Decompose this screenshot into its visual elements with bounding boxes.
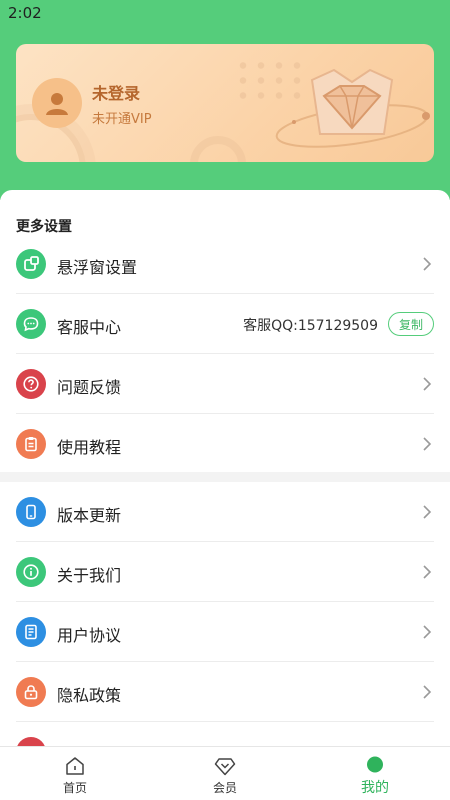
menu-item-label: 使用教程 [57,438,122,457]
diamond-crown-icon [275,68,430,148]
ring-decoration-small [190,136,246,162]
chevron-right-icon [423,377,432,391]
clipboard-icon [16,429,46,459]
profile-icon [367,756,383,773]
status-bar-time: 2:02 [8,4,42,22]
bottom-tab-bar: 首页 会员 我的 [0,746,450,800]
tab-label: 首页 [62,781,87,795]
section-title: 更多设置 [16,219,72,235]
vip-card[interactable]: 未登录 未开通VIP [16,44,434,162]
copy-button[interactable]: 复制 [388,312,434,336]
document-icon [16,617,46,647]
menu-item-label: 隐私政策 [57,686,122,705]
user-icon [46,93,68,115]
info-icon [16,557,46,587]
chat-icon [16,309,46,339]
question-icon [16,369,46,399]
menu-item-customer-service[interactable]: 客服中心 客服QQ:157129509 复制 [0,294,450,354]
menu-item-label: 客服中心 [57,318,122,337]
menu-item-partial[interactable] [0,722,450,746]
menu-item-about-us[interactable]: 关于我们 [0,542,450,602]
menu-item-label: 问题反馈 [57,378,122,397]
chevron-right-icon [423,565,432,579]
header-background: 2:02 未登录 未开通VIP [0,0,450,200]
tab-vip[interactable]: 会员 [150,747,300,800]
floating-window-icon [16,249,46,279]
tab-home[interactable]: 首页 [0,747,150,800]
menu-item-label: 版本更新 [57,506,122,525]
chevron-right-icon [423,505,432,519]
settings-panel: 更多设置 悬浮窗设置 客服中心 客服QQ:157129509 复制 问题反馈 使… [0,190,450,746]
chevron-right-icon [423,437,432,451]
section-separator [0,472,450,482]
menu-item-floating-window[interactable]: 悬浮窗设置 [0,234,450,294]
tab-label: 我的 [361,780,389,796]
phone-icon [16,497,46,527]
diamond-icon [214,758,236,776]
login-title[interactable]: 未登录 [92,80,140,104]
home-icon [66,757,84,775]
menu-item-feedback[interactable]: 问题反馈 [0,354,450,414]
tab-label: 会员 [212,781,237,795]
chevron-right-icon [423,257,432,271]
menu-item-tutorial[interactable]: 使用教程 [0,414,450,474]
menu-item-privacy-policy[interactable]: 隐私政策 [0,662,450,722]
lock-icon [16,677,46,707]
menu-item-label: 用户协议 [57,626,122,645]
chevron-right-icon [423,625,432,639]
menu-item-icon [16,737,46,746]
tab-mine[interactable]: 我的 [300,747,450,800]
menu-item-label: 悬浮窗设置 [57,258,138,277]
menu-item-label: 关于我们 [57,566,122,585]
customer-service-qq: 客服QQ:157129509 [243,318,378,334]
vip-status: 未开通VIP [92,112,152,127]
menu-item-user-agreement[interactable]: 用户协议 [0,602,450,662]
chevron-right-icon [423,685,432,699]
menu-item-version-update[interactable]: 版本更新 [0,482,450,542]
avatar[interactable] [32,78,82,128]
